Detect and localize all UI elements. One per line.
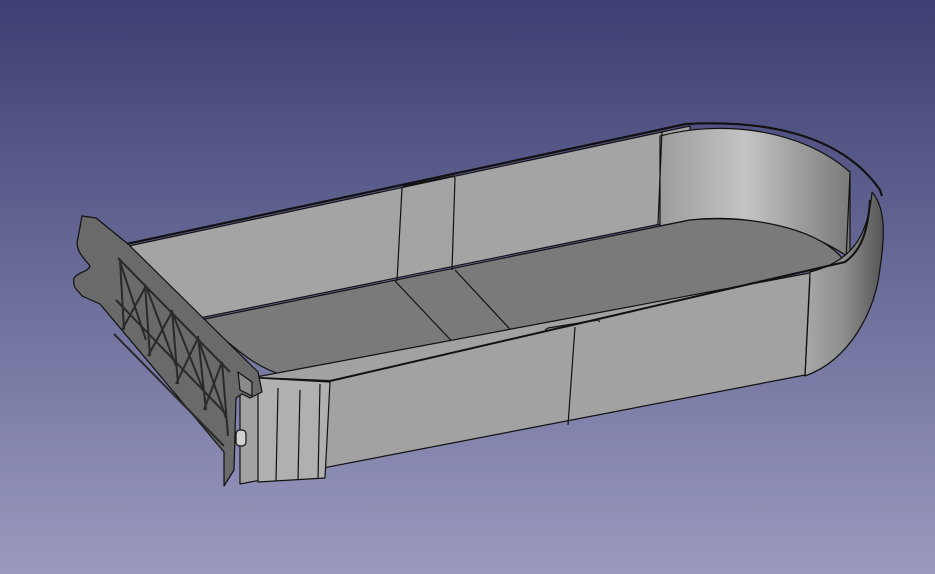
3d-viewport[interactable]: [0, 0, 935, 574]
bracket-screw-slot: [235, 429, 247, 447]
viewport-canvas[interactable]: [0, 0, 935, 574]
